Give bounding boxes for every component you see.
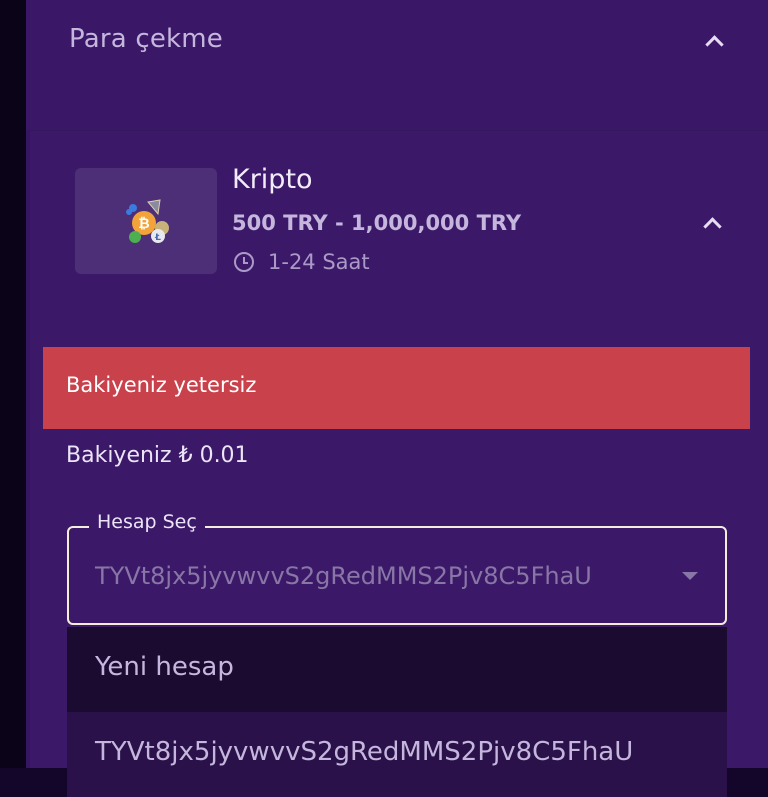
left-edge-strip — [0, 0, 26, 768]
chevron-up-icon[interactable] — [703, 217, 722, 236]
chevron-up-icon[interactable] — [705, 35, 724, 54]
method-name: Kripto — [232, 164, 313, 195]
dropdown-option-label: Yeni hesap — [95, 652, 234, 682]
withdraw-panel: Para çekme ₿ Ł Kripto 500 TRY - 1,000,00… — [26, 0, 768, 797]
method-logo: ₿ Ł — [75, 168, 217, 274]
section-title: Para çekme — [69, 24, 224, 54]
alert-message: Bakiyeniz yetersiz — [66, 373, 257, 397]
account-select-value: TYVt8jx5jyvwvvS2gRedMMS2Pjv8C5FhaU — [95, 562, 592, 590]
dropdown-option-account[interactable]: TYVt8jx5jyvwvvS2gRedMMS2Pjv8C5FhaU — [67, 712, 727, 797]
crypto-method-card: ₿ Ł Kripto 500 TRY - 1,000,000 TRY 1-24 … — [30, 131, 768, 797]
crypto-coins-icon: ₿ Ł — [126, 199, 169, 243]
account-select[interactable]: Hesap Seç TYVt8jx5jyvwvvS2gRedMMS2Pjv8C5… — [67, 511, 727, 625]
caret-down-icon[interactable] — [682, 572, 698, 580]
processing-time: 1-24 Saat — [232, 250, 370, 274]
insufficient-balance-alert: Bakiyeniz yetersiz — [43, 347, 750, 429]
clock-icon — [234, 252, 254, 272]
svg-text:Ł: Ł — [154, 233, 161, 243]
processing-time-label: 1-24 Saat — [268, 250, 370, 274]
dropdown-option-label: TYVt8jx5jyvwvvS2gRedMMS2Pjv8C5FhaU — [95, 737, 634, 767]
balance-text: Bakiyeniz ₺ 0.01 — [66, 443, 249, 468]
dropdown-option-new-account[interactable]: Yeni hesap — [67, 627, 727, 712]
method-limits: 500 TRY - 1,000,000 TRY — [232, 211, 522, 235]
svg-text:₿: ₿ — [138, 216, 149, 232]
withdraw-section-header[interactable]: Para çekme — [26, 0, 768, 130]
account-select-label: Hesap Seç — [89, 511, 205, 533]
account-dropdown-menu: Yeni hesap TYVt8jx5jyvwvvS2gRedMMS2Pjv8C… — [67, 627, 727, 797]
